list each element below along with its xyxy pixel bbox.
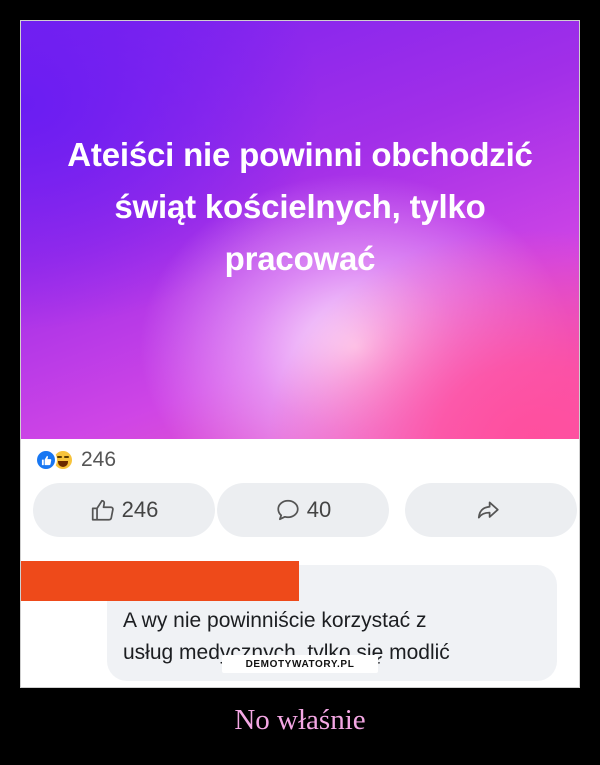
comment-button[interactable]: 40 — [217, 483, 389, 537]
redacted-author-name — [21, 561, 299, 601]
like-button[interactable]: 246 — [33, 483, 215, 537]
like-reaction-icon — [35, 449, 57, 471]
post-background: Ateiści nie powinni obchodzić świąt kośc… — [21, 21, 579, 439]
share-icon — [477, 501, 499, 519]
comment-icon — [277, 499, 299, 521]
caption: No właśnie — [234, 704, 366, 736]
comment-count: 40 — [306, 497, 332, 522]
post-text-line: Ateiści nie powinni obchodzić — [67, 136, 533, 173]
share-button[interactable] — [405, 483, 577, 537]
post-text: Ateiści nie powinni obchodzić świąt kośc… — [31, 129, 569, 285]
post-text-line: pracować — [224, 240, 376, 277]
comment-line: A wy nie powinniście korzystać z — [123, 609, 427, 632]
like-count: 246 — [121, 497, 159, 522]
post-text-line: świąt kościelnych, tylko — [114, 188, 486, 225]
reaction-count: 246 — [81, 448, 117, 471]
watermark: DEMOTYWATORY.PL — [222, 655, 378, 673]
meme-frame: Ateiści nie powinni obchodzić świąt kośc… — [20, 20, 580, 688]
thumbs-up-icon — [91, 499, 114, 521]
reaction-summary[interactable]: 246 — [35, 447, 116, 473]
